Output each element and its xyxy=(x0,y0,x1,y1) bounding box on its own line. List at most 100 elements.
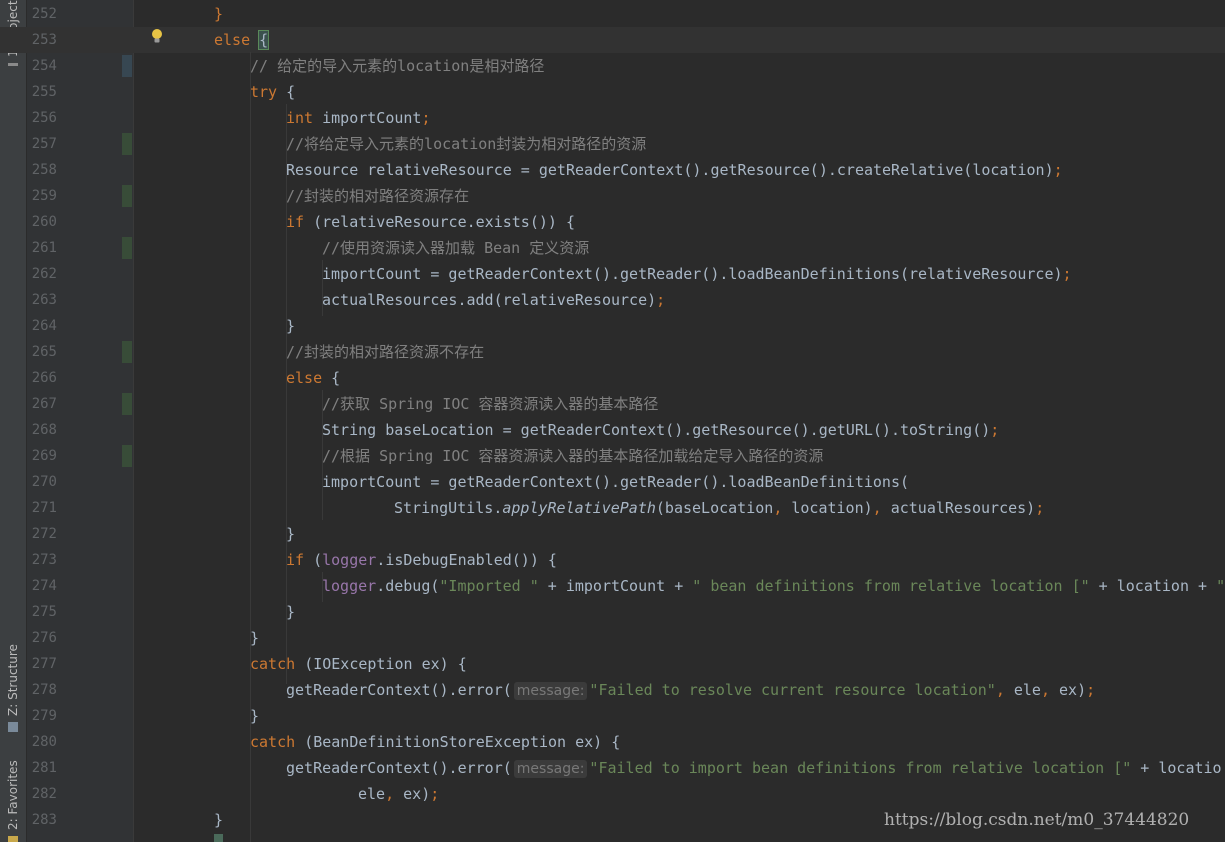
code-text: StringUtils.applyRelativePath(baseLocati… xyxy=(394,495,1044,521)
code-line[interactable]: 258 Resource relativeResource = getReader… xyxy=(0,157,1225,183)
line-number: 261 xyxy=(31,240,57,256)
parameter-hint: message: xyxy=(513,682,588,700)
code-line[interactable]: 252} xyxy=(0,1,1225,27)
fold-marker xyxy=(214,834,223,842)
code-token: (baseLocation xyxy=(655,499,774,517)
code-line[interactable]: 264} xyxy=(0,313,1225,339)
code-line[interactable]: 277 catch (IOException ex) { xyxy=(0,651,1225,677)
code-line[interactable]: 281 getReaderContext().error(message: "Fai… xyxy=(0,755,1225,781)
change-marker[interactable] xyxy=(122,445,132,467)
code-token: //根据 Spring IOC 容器资源读入器的基本路径加载给定导入路径的资源 xyxy=(322,447,824,465)
code-token: logger xyxy=(322,551,377,569)
code-text: String baseLocation = getReaderContext()… xyxy=(322,417,999,443)
code-line[interactable]: 261 //使用资源读入器加载 Bean 定义资源 xyxy=(0,235,1225,261)
code-token: logger xyxy=(322,577,377,595)
code-token: .debug( xyxy=(376,577,440,595)
change-marker[interactable] xyxy=(122,237,132,259)
lightbulb-icon[interactable] xyxy=(150,28,164,44)
code-token: { xyxy=(331,369,341,387)
line-number: 268 xyxy=(31,422,57,438)
code-token: ex) xyxy=(403,785,431,803)
line-number: 255 xyxy=(31,84,57,100)
code-text: catch (BeanDefinitionStoreException ex) … xyxy=(250,729,620,755)
code-token: //封装的相对路径资源存在 xyxy=(286,187,470,205)
indent-guide xyxy=(322,572,323,602)
code-line[interactable]: 271 StringUtils.applyRelativePath(baseLoc… xyxy=(0,495,1225,521)
code-token: (IOException ex) { xyxy=(304,655,467,673)
code-text: else { xyxy=(286,365,340,391)
code-line[interactable]: 274 logger.debug("Imported " + importCoun… xyxy=(0,573,1225,599)
code-line[interactable]: 257 //将给定导入元素的location封装为相对路径的资源 xyxy=(0,131,1225,157)
code-token: getReaderContext().error( xyxy=(286,681,512,699)
line-number: 278 xyxy=(31,682,57,698)
code-line[interactable]: 263 actualResources.add(relativeResource)… xyxy=(0,287,1225,313)
code-token: ; xyxy=(990,421,1000,439)
line-number: 273 xyxy=(31,552,57,568)
code-line[interactable]: 256 int importCount; xyxy=(0,105,1225,131)
change-marker[interactable] xyxy=(122,133,132,155)
line-number: 256 xyxy=(31,110,57,126)
code-text: } xyxy=(286,313,295,339)
code-text: try { xyxy=(250,79,295,105)
code-token: } xyxy=(214,811,224,829)
code-token: } xyxy=(214,5,224,23)
star-icon xyxy=(8,835,18,842)
code-text: // 给定的导入元素的location是相对路径 xyxy=(250,53,544,79)
code-line[interactable]: 272} xyxy=(0,521,1225,547)
code-token: ; xyxy=(1062,265,1072,283)
code-text: } xyxy=(214,807,223,833)
line-number: 257 xyxy=(31,136,57,152)
code-token: { xyxy=(286,83,296,101)
change-marker[interactable] xyxy=(122,185,132,207)
code-text: if (relativeResource.exists()) { xyxy=(286,209,575,235)
code-line[interactable]: 279} xyxy=(0,703,1225,729)
line-number: 258 xyxy=(31,162,57,178)
line-number: 269 xyxy=(31,448,57,464)
code-line[interactable]: 253 else { xyxy=(0,27,1225,53)
code-line[interactable]: 268 String baseLocation = getReaderContex… xyxy=(0,417,1225,443)
change-marker[interactable] xyxy=(122,341,132,363)
code-text: } xyxy=(286,599,295,625)
code-token: "Failed to import bean definitions from … xyxy=(589,759,1132,777)
code-text: getReaderContext().error(message: "Failed… xyxy=(286,755,1222,781)
line-number: 277 xyxy=(31,656,57,672)
code-token: (relativeResource.exists()) { xyxy=(313,213,575,231)
code-text: } xyxy=(286,521,295,547)
change-marker[interactable] xyxy=(122,55,132,77)
code-line[interactable]: 265 //封装的相对路径资源不存在 xyxy=(0,339,1225,365)
code-token: importCount xyxy=(322,109,422,127)
change-marker[interactable] xyxy=(122,393,132,415)
code-line[interactable]: 262 importCount = getReaderContext().getR… xyxy=(0,261,1225,287)
code-line[interactable]: 255 try { xyxy=(0,79,1225,105)
code-line[interactable]: 282 ele, ex); xyxy=(0,781,1225,807)
code-token: (BeanDefinitionStoreException ex) { xyxy=(304,733,621,751)
code-token: ; xyxy=(1086,681,1096,699)
code-token: //使用资源读入器加载 Bean 定义资源 xyxy=(322,239,590,257)
code-token: // 给定的导入元素的location是相对路径 xyxy=(250,57,545,75)
code-text: getReaderContext().error(message: "Failed… xyxy=(286,677,1095,703)
code-line[interactable]: 273 if (logger.isDebugEnabled()) { xyxy=(0,547,1225,573)
code-line[interactable]: 260 if (relativeResource.exists()) { xyxy=(0,209,1225,235)
code-line[interactable]: 280 catch (BeanDefinitionStoreException e… xyxy=(0,729,1225,755)
code-token: //封装的相对路径资源不存在 xyxy=(286,343,485,361)
code-text: importCount = getReaderContext().getRead… xyxy=(322,469,909,495)
code-text: //获取 Spring IOC 容器资源读入器的基本路径 xyxy=(322,391,658,417)
code-line[interactable]: 254 // 给定的导入元素的location是相对路径 xyxy=(0,53,1225,79)
code-line[interactable]: 267 //获取 Spring IOC 容器资源读入器的基本路径 xyxy=(0,391,1225,417)
code-line[interactable]: 275} xyxy=(0,599,1225,625)
code-token: try xyxy=(250,83,287,101)
code-line[interactable]: 270 importCount = getReaderContext().getR… xyxy=(0,469,1225,495)
indent-guide xyxy=(322,260,323,316)
code-line[interactable]: 269 //根据 Spring IOC 容器资源读入器的基本路径加载给定导入路径的… xyxy=(0,443,1225,469)
line-number: 282 xyxy=(31,786,57,802)
code-token: importCount = getReaderContext().getRead… xyxy=(322,265,1063,283)
indent-guide xyxy=(250,52,251,842)
code-token: } xyxy=(250,707,260,725)
code-line[interactable]: 278 getReaderContext().error(message: "Fai… xyxy=(0,677,1225,703)
code-line[interactable]: 259 //封装的相对路径资源存在 xyxy=(0,183,1225,209)
line-number: 270 xyxy=(31,474,57,490)
code-text: catch (IOException ex) { xyxy=(250,651,467,677)
code-line[interactable]: 276} xyxy=(0,625,1225,651)
code-token: .isDebugEnabled()) { xyxy=(376,551,557,569)
code-line[interactable]: 266 else { xyxy=(0,365,1225,391)
